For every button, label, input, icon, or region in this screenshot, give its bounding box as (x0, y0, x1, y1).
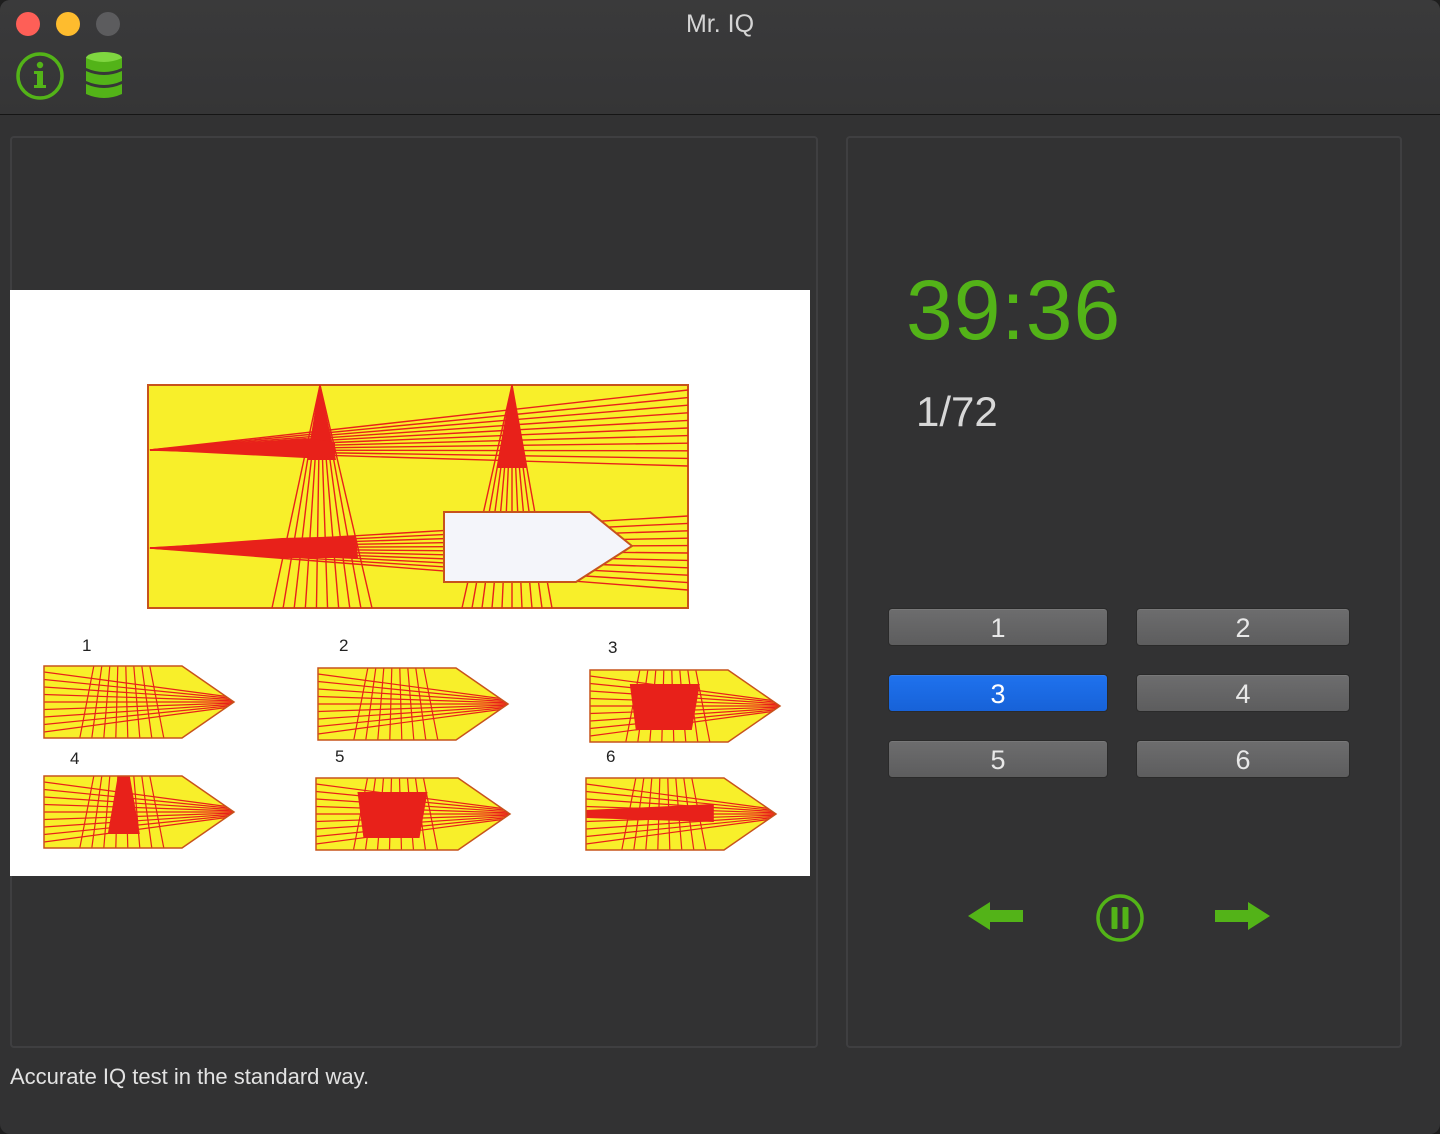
titlebar: Mr. IQ (0, 0, 1440, 115)
option-label-6: 6 (606, 747, 615, 766)
arrow-right-icon[interactable] (1212, 898, 1272, 934)
question-image: 1 2 3 4 5 6 (10, 290, 810, 876)
answer-button-1[interactable]: 1 (888, 608, 1108, 646)
answer-button-6[interactable]: 6 (1136, 740, 1350, 778)
info-icon[interactable] (14, 50, 66, 102)
question-counter: 1/72 (916, 388, 998, 435)
answer-button-2[interactable]: 2 (1136, 608, 1350, 646)
countdown-timer: 39:36 (906, 263, 1122, 357)
answer-button-4[interactable]: 4 (1136, 674, 1350, 712)
window-title: Mr. IQ (685, 10, 755, 38)
option-label-5: 5 (335, 747, 344, 766)
answer-button-5[interactable]: 5 (888, 740, 1108, 778)
app-window: Mr. IQ 1 2 3 4 5 6 39:36 1/72 1 2 3 4 5 … (0, 0, 1440, 1134)
option-label-4: 4 (70, 749, 79, 768)
option-figure (43, 665, 236, 739)
option-figure (317, 667, 510, 741)
option-label-2: 2 (339, 636, 348, 655)
database-icon[interactable] (80, 50, 132, 102)
status-text: Accurate IQ test in the standard way. (10, 1064, 370, 1089)
option-figure (43, 775, 236, 849)
option-figure (585, 777, 778, 851)
option-figure (589, 669, 782, 743)
arrow-left-icon[interactable] (966, 898, 1026, 934)
pause-circle-icon[interactable] (1094, 892, 1146, 944)
answer-button-3[interactable]: 3 (888, 674, 1108, 712)
option-label-1: 1 (82, 636, 91, 655)
option-label-3: 3 (608, 638, 617, 657)
option-figure (315, 777, 512, 851)
